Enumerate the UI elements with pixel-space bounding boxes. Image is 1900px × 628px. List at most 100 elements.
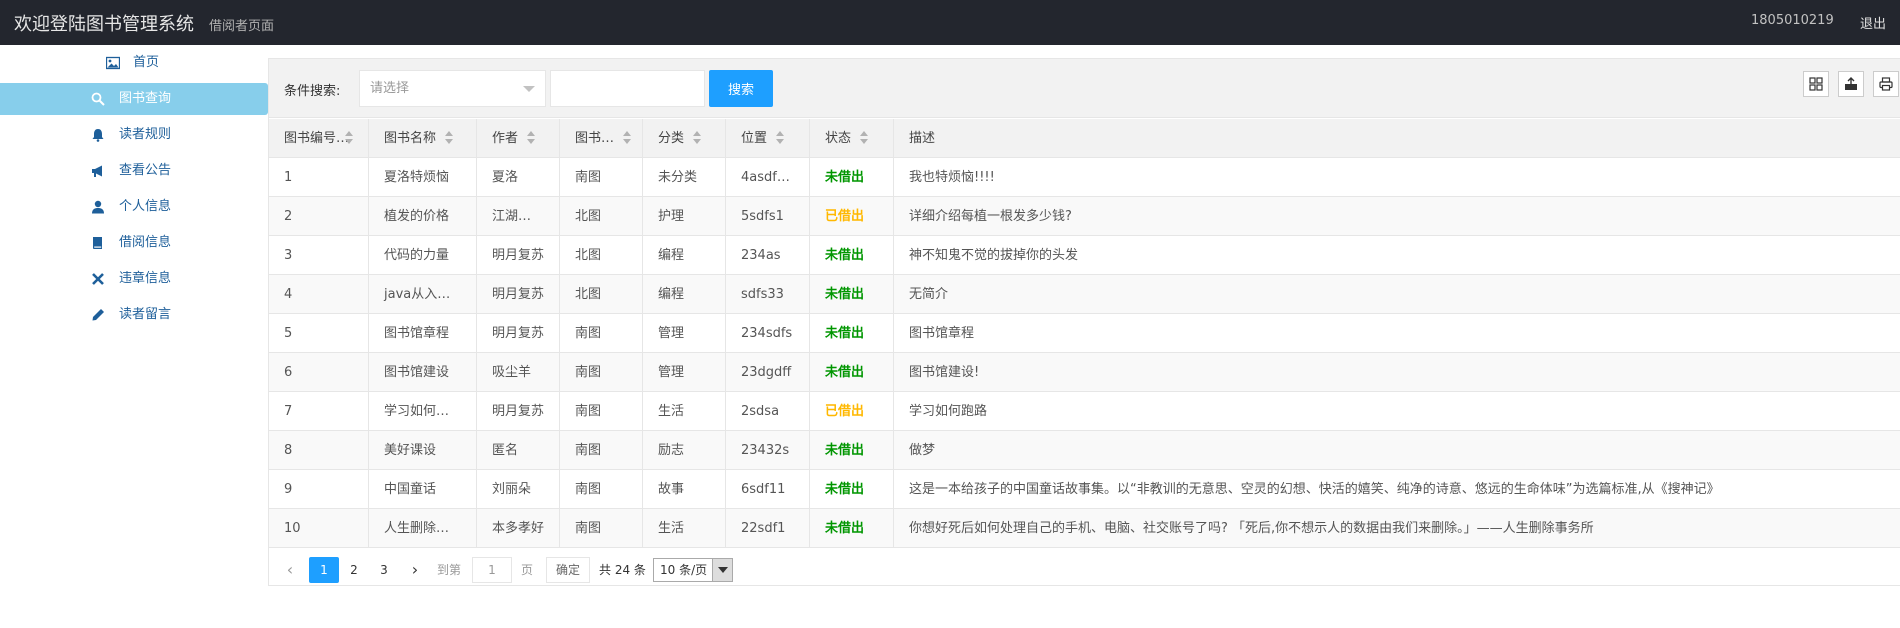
table-cell: 夏洛特烦恼 <box>369 158 477 197</box>
status-badge: 未借出 <box>810 158 894 197</box>
table-cell: 无简介 <box>909 287 949 302</box>
table-cell: 详细介绍每植一根发多少钱? <box>909 209 1072 224</box>
table-cell: 北图 <box>560 197 643 236</box>
sort-icon[interactable] <box>622 131 632 145</box>
total-count: 共 24 条 <box>599 563 646 577</box>
sidebar-item-home[interactable]: 首页 <box>0 47 268 79</box>
search-button[interactable]: 搜索 <box>709 70 773 107</box>
column-header-label: 分类 <box>658 131 685 146</box>
table-row: 9 中国童话 刘丽朵 南图 故事 6sdf11 未借出 这是一本给孩子的中国童话故事集。以“非… <box>269 470 1900 509</box>
print-button[interactable] <box>1873 71 1899 97</box>
table-cell: 南图 <box>560 431 643 470</box>
table-cell: 管理 <box>643 353 726 392</box>
sort-icon[interactable] <box>444 131 454 145</box>
column-header[interactable]: 作者 <box>477 119 560 158</box>
table-cell: 未分类 <box>643 158 726 197</box>
table-cell: 南图 <box>560 353 643 392</box>
goto-page-input[interactable]: 1 <box>472 557 512 583</box>
table-cell: 做梦 <box>909 443 936 458</box>
app-title: 欢迎登陆图书管理系统 <box>14 14 194 35</box>
sidebar-item-reader-messages[interactable]: 读者留言 <box>0 299 268 331</box>
table-cell: 南图 <box>560 158 643 197</box>
table-cell: 故事 <box>643 470 726 509</box>
columns-button[interactable] <box>1803 71 1829 97</box>
table-cell: 图书馆章程 <box>369 314 477 353</box>
search-label: 条件搜索: <box>284 84 341 99</box>
sidebar: 首页 图书查询 读者规则 查看公告 个人信息 借阅信息 违章信息 读者留言 <box>0 45 268 628</box>
bullhorn-icon <box>92 165 102 177</box>
sidebar-item-borrow-info[interactable]: 借阅信息 <box>0 227 268 259</box>
sort-icon[interactable] <box>859 131 869 145</box>
page-3[interactable]: 3 <box>369 557 399 583</box>
goto-confirm-button[interactable]: 确定 <box>546 557 590 583</box>
page-unit: 页 <box>521 563 534 577</box>
table-cell: 编程 <box>643 275 726 314</box>
export-icon <box>1845 77 1857 90</box>
columns-icon <box>1809 77 1823 91</box>
column-header[interactable]: 位置 <box>726 119 810 158</box>
table-cell: 图书馆建设! <box>909 365 980 380</box>
logout-link[interactable]: 退出 <box>1860 13 1886 32</box>
table-cell: 我也特烦恼!!!! <box>909 170 995 185</box>
table-cell: 234sdfs <box>726 314 810 353</box>
table-cell: 刘丽朵 <box>477 470 560 509</box>
table-cell: 北图 <box>560 275 643 314</box>
column-header[interactable]: 状态 <box>810 119 894 158</box>
sidebar-item-book-search[interactable]: 图书查询 <box>0 83 268 115</box>
sort-icon[interactable] <box>692 131 702 145</box>
user-icon <box>92 200 104 214</box>
status-badge: 已借出 <box>810 197 894 236</box>
table-cell: 江湖老中医 <box>477 197 560 236</box>
sidebar-item-reader-rules[interactable]: 读者规则 <box>0 119 268 151</box>
table-cell: 2 <box>269 197 369 236</box>
condition-select[interactable]: 请选择 <box>359 70 546 107</box>
column-header[interactable]: 图书馆 <box>560 119 643 158</box>
table-cell: 护理 <box>643 197 726 236</box>
table-row: 6 图书馆建设 吸尘羊 南图 管理 23dgdff 未借出 图书馆建设! <box>269 353 1900 392</box>
page-1[interactable]: 1 <box>309 557 339 583</box>
sidebar-item-label: 查看公告 <box>119 163 172 178</box>
page-subtitle: 借阅者页面 <box>209 19 275 34</box>
table-row: 3 代码的力量 明月复苏 北图 编程 234as 未借出 神不知鬼不觉的拔掉你的头发 <box>269 236 1900 275</box>
status-badge: 未借出 <box>810 509 894 548</box>
table-cell: 植发的价格 <box>369 197 477 236</box>
sidebar-item-violations[interactable]: 违章信息 <box>0 263 268 295</box>
table-cell: 9 <box>269 470 369 509</box>
table-row: 5 图书馆章程 明月复苏 南图 管理 234sdfs 未借出 图书馆章程 <box>269 314 1900 353</box>
table-row: 2 植发的价格 江湖老中医 北图 护理 5sdfs1 已借出 详细介绍每植一根发多少钱? <box>269 197 1900 236</box>
table-cell: 8 <box>269 431 369 470</box>
column-header[interactable]: 图书编号 <box>269 119 369 158</box>
sidebar-item-label: 违章信息 <box>119 271 172 286</box>
sidebar-item-personal-info[interactable]: 个人信息 <box>0 191 268 223</box>
close-icon <box>92 273 104 285</box>
column-header[interactable]: 图书名称 <box>369 119 477 158</box>
table-row: 1 夏洛特烦恼 夏洛 南图 未分类 4asdfa23 未借出 我也特烦恼!!!! <box>269 158 1900 197</box>
user-id[interactable]: 1805010219 <box>1751 13 1834 28</box>
table-row: 4java从入门到放弃明月复苏北图编程sdfs33未借出无简介 <box>269 275 1900 314</box>
page-size-select[interactable]: 10 条/页 <box>653 558 733 582</box>
table-cell: 明月复苏 <box>477 236 560 275</box>
table-cell: 234as <box>726 236 810 275</box>
sidebar-item-announcements[interactable]: 查看公告 <box>0 155 268 187</box>
pagination: ‹ 1 2 3 › 到第 1 页 确定 共 24 条 10 条/页 <box>269 549 1900 587</box>
sidebar-item-label: 读者规则 <box>119 127 172 142</box>
search-toolbar: 条件搜索: 请选择 搜索 <box>269 59 1900 118</box>
page-2[interactable]: 2 <box>339 557 369 583</box>
table-cell: 7 <box>269 392 369 431</box>
table-cell: 中国童话 <box>369 470 477 509</box>
table-cell: 你想好死后如何处理自己的手机、电脑、社交账号了吗? 「死后,你不想示人的数据由我… <box>909 521 1594 536</box>
table-cell: 北图 <box>560 236 643 275</box>
chevron-down-icon <box>523 86 535 92</box>
column-header[interactable]: 描述 <box>894 119 1900 158</box>
table-cell: 5 <box>269 314 369 353</box>
sort-icon[interactable] <box>526 131 536 145</box>
status-badge: 未借出 <box>810 236 894 275</box>
book-icon <box>93 237 102 249</box>
table-cell: 神不知鬼不觉的拔掉你的头发 <box>909 248 1079 263</box>
sort-icon[interactable] <box>775 131 785 145</box>
prev-page-button[interactable]: ‹ <box>279 557 301 583</box>
column-header[interactable]: 分类 <box>643 119 726 158</box>
next-page-button[interactable]: › <box>404 557 426 583</box>
export-button[interactable] <box>1838 71 1864 97</box>
search-input[interactable] <box>550 70 705 107</box>
